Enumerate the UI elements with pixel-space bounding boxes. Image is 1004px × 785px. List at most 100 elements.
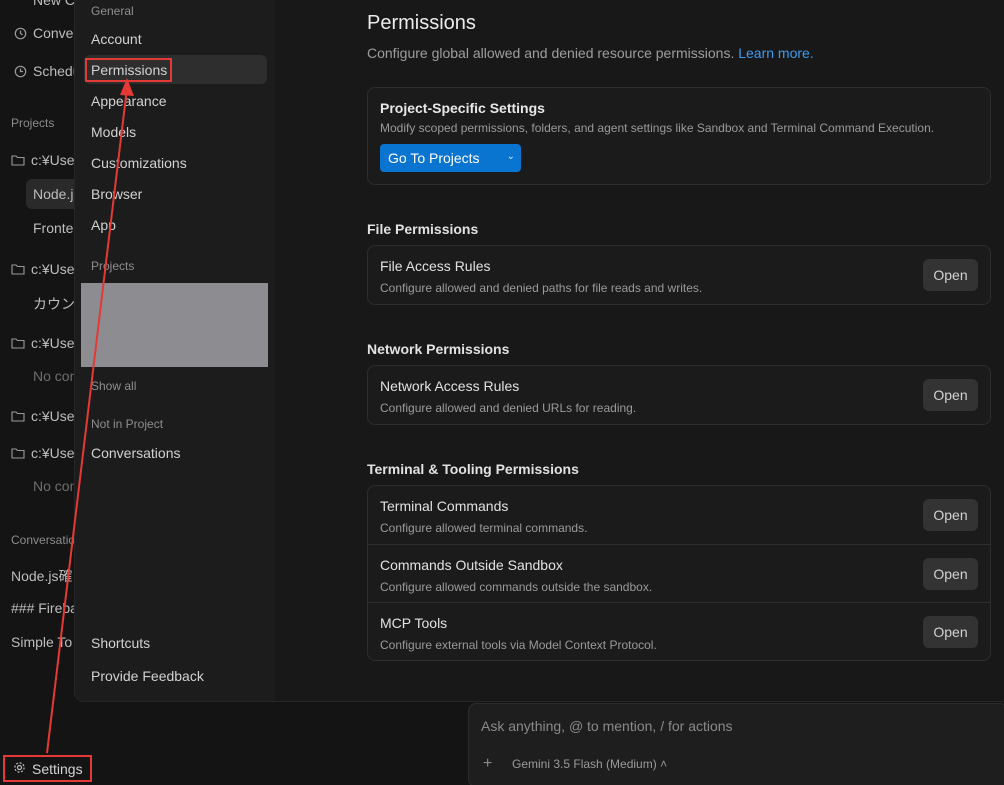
sidebar-row-label: c:¥Use: [31, 152, 75, 168]
nav-item-browser[interactable]: Browser: [91, 186, 142, 202]
permission-row-title: File Access Rules: [380, 258, 491, 274]
sidebar-scheduled[interactable]: Schedu: [13, 63, 80, 79]
permission-row: MCP Tools Configure external tools via M…: [368, 602, 990, 660]
model-selector[interactable]: Gemini 3.5 Flash (Medium) ˄: [512, 757, 667, 771]
project-specific-title: Project-Specific Settings: [380, 100, 545, 116]
sidebar-conversation-item[interactable]: Node.js確: [11, 566, 72, 586]
project-specific-description: Modify scoped permissions, folders, and …: [380, 121, 935, 135]
model-name: Gemini 3.5 Flash (Medium): [512, 757, 657, 771]
project-specific-card: Project-Specific Settings Modify scoped …: [367, 87, 991, 185]
folder-icon: [11, 262, 25, 276]
nav-item-conversations[interactable]: Conversations: [91, 445, 181, 461]
open-network-access-button[interactable]: Open: [923, 379, 978, 411]
permission-row-description: Configure allowed commands outside the s…: [380, 580, 653, 594]
sidebar-row-label: Conve: [33, 25, 74, 41]
sidebar-conversation-item[interactable]: Node.js: [33, 186, 80, 202]
permissions-page: Permissions Configure global allowed and…: [367, 0, 1004, 701]
sidebar-conversation-item[interactable]: Fronte: [33, 220, 73, 236]
sidebar-conversation-item[interactable]: カウンタ: [33, 294, 80, 314]
sidebar-empty-note: No con: [33, 368, 77, 384]
sidebar-new-chat[interactable]: New C: [33, 0, 75, 8]
folder-icon: [11, 153, 25, 167]
nav-item-account[interactable]: Account: [91, 31, 142, 47]
file-permissions-heading: File Permissions: [367, 221, 479, 237]
nav-projects-heading: Projects: [91, 259, 135, 273]
permission-row-title: MCP Tools: [380, 615, 448, 631]
app-window: New C Conve Schedu Projects c:¥Use Node.…: [0, 0, 1004, 785]
go-to-projects-button[interactable]: Go To Projects ⌄: [380, 144, 521, 172]
clock-icon: [13, 64, 27, 78]
chat-input-placeholder: Ask anything, @ to mention, / for action…: [481, 718, 733, 734]
file-permissions-card: File Access Rules Configure allowed and …: [367, 245, 991, 305]
nav-general-heading: General: [91, 4, 134, 18]
sidebar-row-label: c:¥Use: [31, 408, 75, 424]
nav-show-all[interactable]: Show all: [91, 379, 136, 393]
sidebar-row-label: c:¥Use: [31, 445, 75, 461]
sidebar-row-label: c:¥Use: [31, 335, 75, 351]
terminal-permissions-card: Terminal Commands Configure allowed term…: [367, 485, 991, 661]
sidebar-project-folder[interactable]: c:¥Use: [11, 408, 75, 424]
open-mcp-tools-button[interactable]: Open: [923, 616, 978, 648]
sidebar-row-label: Schedu: [33, 63, 80, 79]
sidebar-row-label: No con: [33, 478, 78, 494]
settings-button[interactable]: Settings: [3, 755, 92, 782]
add-context-button[interactable]: +: [483, 755, 492, 773]
sidebar-conversation-item[interactable]: ### Fireba: [11, 600, 78, 616]
permission-row: Terminal Commands Configure allowed term…: [368, 486, 990, 544]
permission-row-title: Network Access Rules: [380, 378, 520, 394]
chevron-up-icon: ˄: [660, 757, 668, 771]
permissions-highlight-box: [85, 58, 172, 82]
sidebar-row-label: Node.js: [33, 186, 80, 202]
open-outside-sandbox-button[interactable]: Open: [923, 558, 978, 590]
network-permissions-heading: Network Permissions: [367, 341, 510, 357]
open-file-access-button[interactable]: Open: [923, 259, 978, 291]
sidebar-row-label: カウンタ: [33, 296, 80, 312]
folder-icon: [11, 336, 25, 350]
sidebar-row-label: c:¥Use: [31, 261, 75, 277]
permission-row: Network Access Rules Configure allowed a…: [368, 366, 990, 424]
sidebar-project-folder[interactable]: c:¥Use: [11, 261, 75, 277]
folder-icon: [11, 446, 25, 460]
nav-item-app[interactable]: App: [91, 217, 116, 233]
redacted-projects-area: [81, 283, 268, 367]
settings-nav: General Account Permissions Appearance M…: [75, 0, 275, 701]
permission-row-title: Terminal Commands: [380, 498, 509, 514]
sidebar-row-label: ### Fireba: [11, 600, 78, 616]
sidebar-projects-heading: Projects: [11, 116, 55, 130]
go-to-projects-label: Go To Projects: [388, 150, 480, 166]
gear-icon: [13, 761, 26, 777]
permission-row: Commands Outside Sandbox Configure allow…: [368, 544, 990, 602]
sidebar-row-label: Fronte: [33, 220, 74, 236]
permission-row-description: Configure allowed and denied paths for f…: [380, 281, 703, 295]
nav-item-models[interactable]: Models: [91, 124, 136, 140]
nav-item-appearance[interactable]: Appearance: [91, 93, 167, 109]
sidebar-project-folder[interactable]: c:¥Use: [11, 152, 75, 168]
history-icon: [13, 26, 27, 40]
page-subtitle: Configure global allowed and denied reso…: [367, 45, 814, 61]
sidebar-row-label: New C: [33, 0, 76, 8]
sidebar-project-folder[interactable]: c:¥Use: [11, 445, 75, 461]
nav-item-shortcuts[interactable]: Shortcuts: [91, 635, 150, 651]
folder-icon: [11, 409, 25, 423]
page-title: Permissions: [367, 12, 476, 34]
open-terminal-commands-button[interactable]: Open: [923, 499, 978, 531]
permission-row-description: Configure external tools via Model Conte…: [380, 638, 657, 652]
chevron-down-icon: ⌄: [506, 151, 515, 162]
nav-item-feedback[interactable]: Provide Feedback: [91, 668, 204, 684]
learn-more-link[interactable]: Learn more.: [738, 45, 813, 61]
permission-row-description: Configure allowed terminal commands.: [380, 521, 588, 535]
sidebar-conversations-heading: Conversatio: [11, 533, 76, 547]
sidebar-row-label: Simple To: [11, 634, 73, 650]
nav-item-customizations[interactable]: Customizations: [91, 155, 187, 171]
permission-row-title: Commands Outside Sandbox: [380, 557, 563, 573]
permission-row: File Access Rules Configure allowed and …: [368, 246, 990, 304]
page-subtitle-text: Configure global allowed and denied reso…: [367, 45, 735, 61]
terminal-permissions-heading: Terminal & Tooling Permissions: [367, 461, 579, 477]
sidebar-conversation-item[interactable]: Simple To: [11, 634, 72, 650]
settings-modal: General Account Permissions Appearance M…: [74, 0, 1004, 702]
sidebar-row-label: No con: [33, 368, 78, 384]
sidebar-project-folder[interactable]: c:¥Use: [11, 335, 75, 351]
chat-input-box[interactable]: Ask anything, @ to mention, / for action…: [468, 703, 1004, 785]
settings-label: Settings: [32, 760, 83, 777]
sidebar-conversations[interactable]: Conve: [13, 25, 73, 41]
